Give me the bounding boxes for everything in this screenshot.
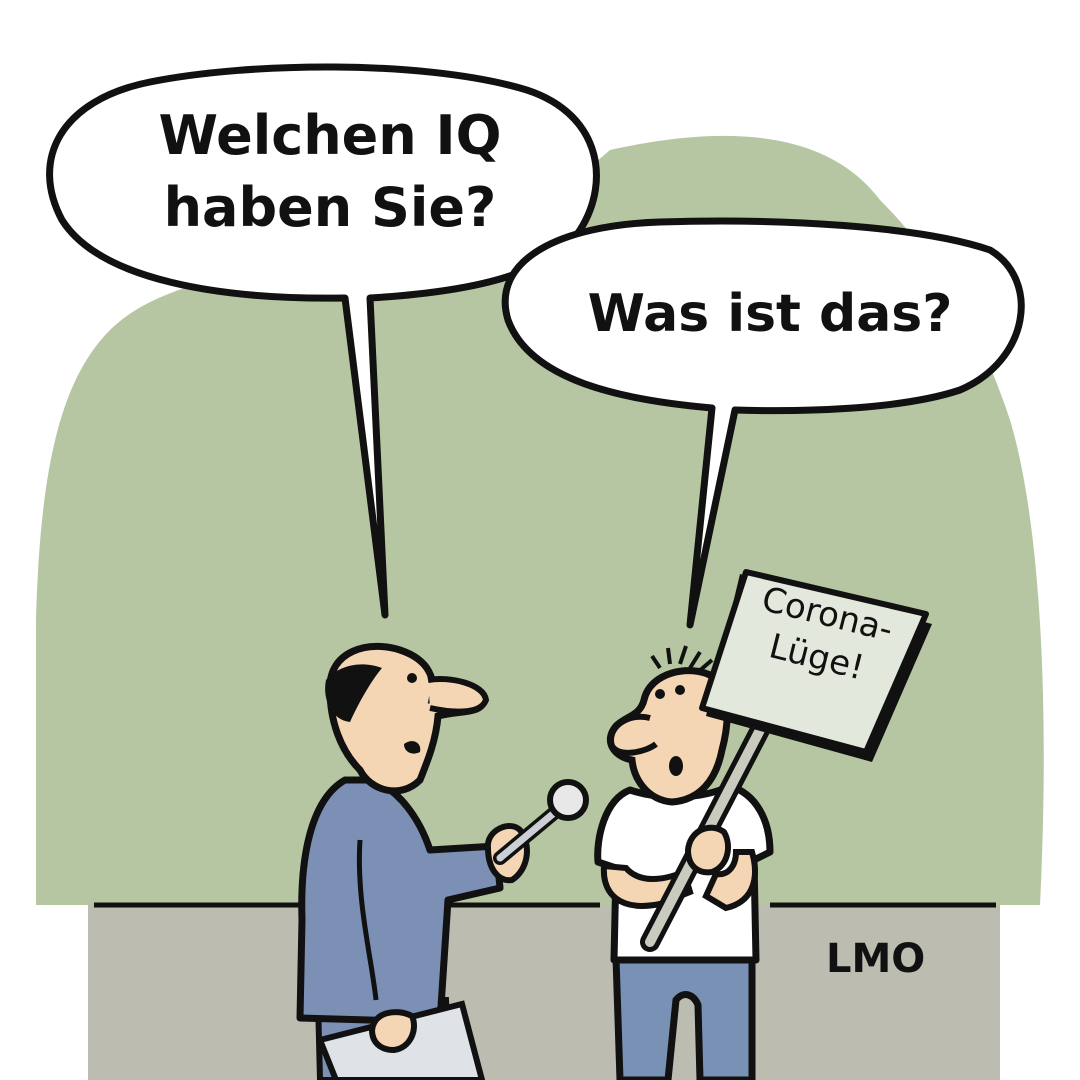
cartoon-canvas: Welchen IQ haben Sie? Was ist das? Coron… xyxy=(0,0,1080,1080)
interviewer-eye xyxy=(407,673,417,683)
protester-hand-on-stick xyxy=(684,824,731,876)
protester-eye-left xyxy=(655,689,665,699)
artist-signature: LMO xyxy=(826,936,926,982)
interviewer-line-2: haben Sie? xyxy=(163,176,497,239)
speech-bubble-interviewer-text: Welchen IQ haben Sie? xyxy=(120,100,540,244)
interviewer-lower-hand xyxy=(368,1009,417,1054)
protester-line-1: Was ist das? xyxy=(587,284,953,344)
protester-nose xyxy=(608,713,658,756)
protester-eye-right xyxy=(675,685,685,695)
speech-bubble-protester-text: Was ist das? xyxy=(540,282,1000,346)
interviewer-line-1: Welchen IQ xyxy=(158,104,502,167)
floor xyxy=(88,905,1000,1080)
protester-mouth xyxy=(669,756,683,776)
